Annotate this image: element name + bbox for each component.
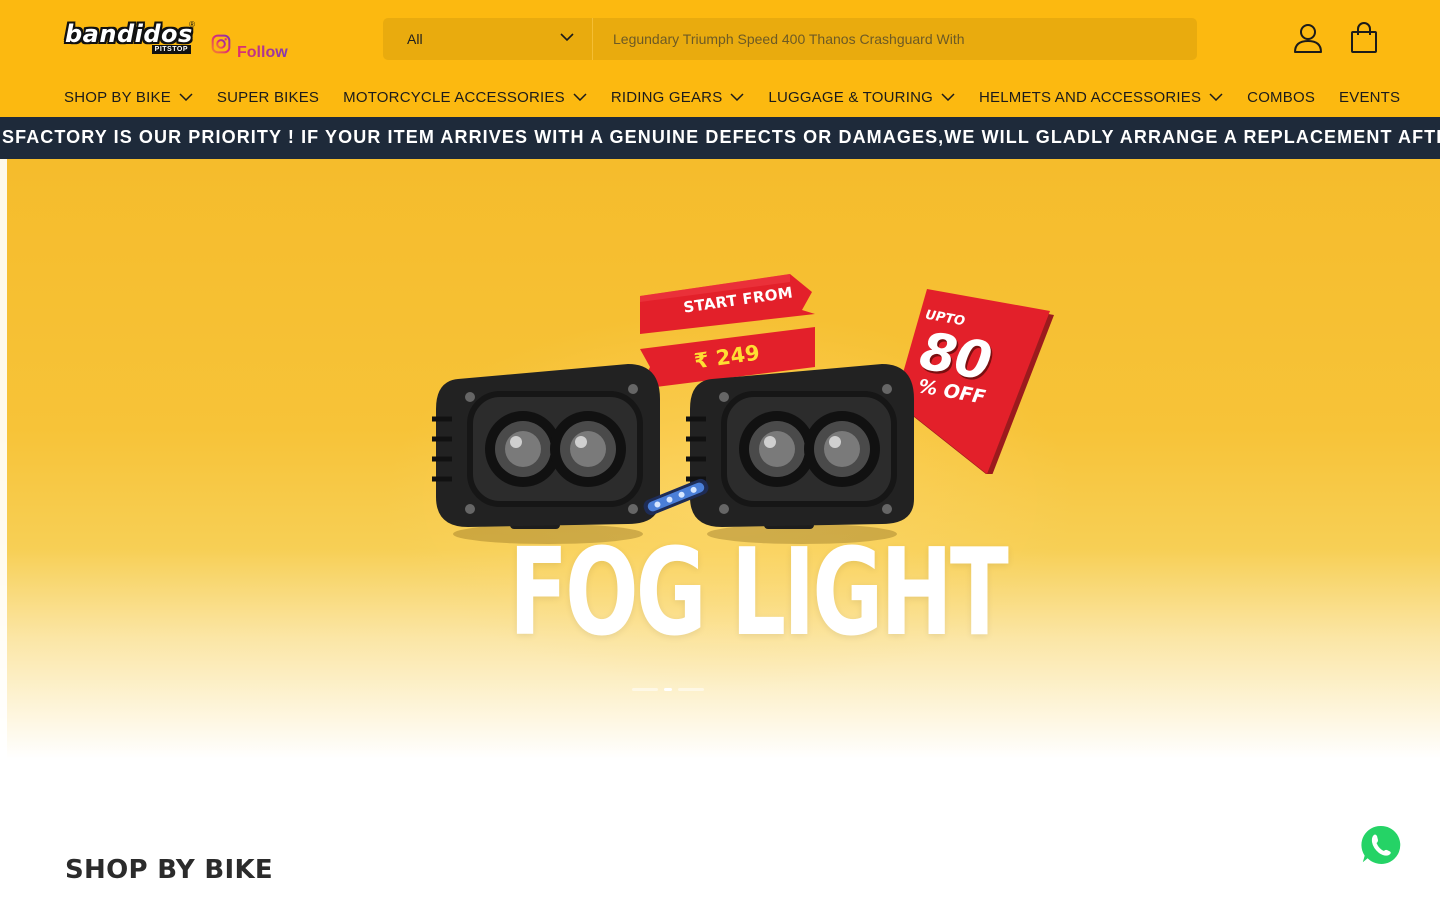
nav-label: COMBOS [1247, 88, 1316, 106]
nav-item-shop-by-bike[interactable]: SHOP BY BIKE [64, 89, 193, 106]
nav-label: LUGGAGE & TOURING [768, 88, 933, 106]
logo-subtitle: PITSTOP [151, 45, 191, 54]
slider-dot[interactable] [678, 688, 704, 691]
chevron-down-icon [560, 33, 574, 42]
nav-item-combos[interactable]: COMBOS [1247, 89, 1315, 106]
announcement-text: SFACTORY IS OUR PRIORITY ! IF YOUR ITEM … [2, 127, 1440, 147]
search-category-label: All [407, 31, 423, 47]
hero-edge [0, 159, 7, 759]
nav-label: HELMETS AND ACCESSORIES [978, 88, 1202, 106]
section-title-shop-by-bike: SHOP BY BIKE [65, 855, 273, 885]
slider-dot-active[interactable] [664, 688, 672, 691]
search-input[interactable] [593, 18, 1197, 60]
nav-item-events[interactable]: EVENTS [1339, 89, 1400, 106]
logo-registered-mark: ® [189, 20, 195, 29]
nav-label: EVENTS [1339, 88, 1401, 106]
site-header: bandidos PITSTOP ® Follow All SHO [0, 0, 1440, 117]
instagram-icon[interactable] [211, 34, 231, 54]
chevron-down-icon [573, 93, 587, 101]
led-strip-image [643, 478, 709, 516]
nav-item-riding-gears[interactable]: RIDING GEARS [611, 89, 745, 106]
slider-dot[interactable] [632, 688, 658, 691]
main-nav: SHOP BY BIKE SUPER BIKES MOTORCYCLE ACCE… [64, 86, 1424, 108]
fog-lamp-image [432, 364, 660, 544]
nav-label: SUPER BIKES [216, 88, 320, 106]
nav-item-motorcycle-accessories[interactable]: MOTORCYCLE ACCESSORIES [343, 89, 587, 106]
hero-banner[interactable]: START FROM ₹ 249 UPTO 80 % OFF FOG LIGHT [0, 159, 1440, 759]
search-category-select[interactable]: All [383, 18, 593, 60]
brand-logo[interactable]: bandidos PITSTOP ® [65, 20, 195, 56]
cart-icon[interactable] [1350, 22, 1378, 54]
nav-label: SHOP BY BIKE [64, 88, 171, 106]
chevron-down-icon [941, 93, 955, 101]
search-bar: All [383, 18, 1197, 60]
logo-wordmark: bandidos [65, 20, 193, 48]
chevron-down-icon [179, 93, 193, 101]
whatsapp-icon[interactable] [1358, 822, 1404, 868]
nav-label: RIDING GEARS [610, 88, 723, 106]
nav-label: MOTORCYCLE ACCESSORIES [343, 88, 565, 106]
account-icon[interactable] [1292, 22, 1324, 54]
fog-lamp-image [686, 364, 914, 544]
instagram-follow-link[interactable]: Follow [237, 42, 288, 60]
announcement-bar: SFACTORY IS OUR PRIORITY ! IF YOUR ITEM … [0, 117, 1440, 159]
nav-item-super-bikes[interactable]: SUPER BIKES [217, 89, 319, 106]
nav-item-luggage-touring[interactable]: LUGGAGE & TOURING [768, 89, 955, 106]
hero-title: FOG LIGHT [509, 524, 1009, 663]
chevron-down-icon [1209, 93, 1223, 101]
nav-item-helmets-accessories[interactable]: HELMETS AND ACCESSORIES [979, 89, 1223, 106]
slider-dots [632, 688, 710, 691]
chevron-down-icon [730, 93, 744, 101]
